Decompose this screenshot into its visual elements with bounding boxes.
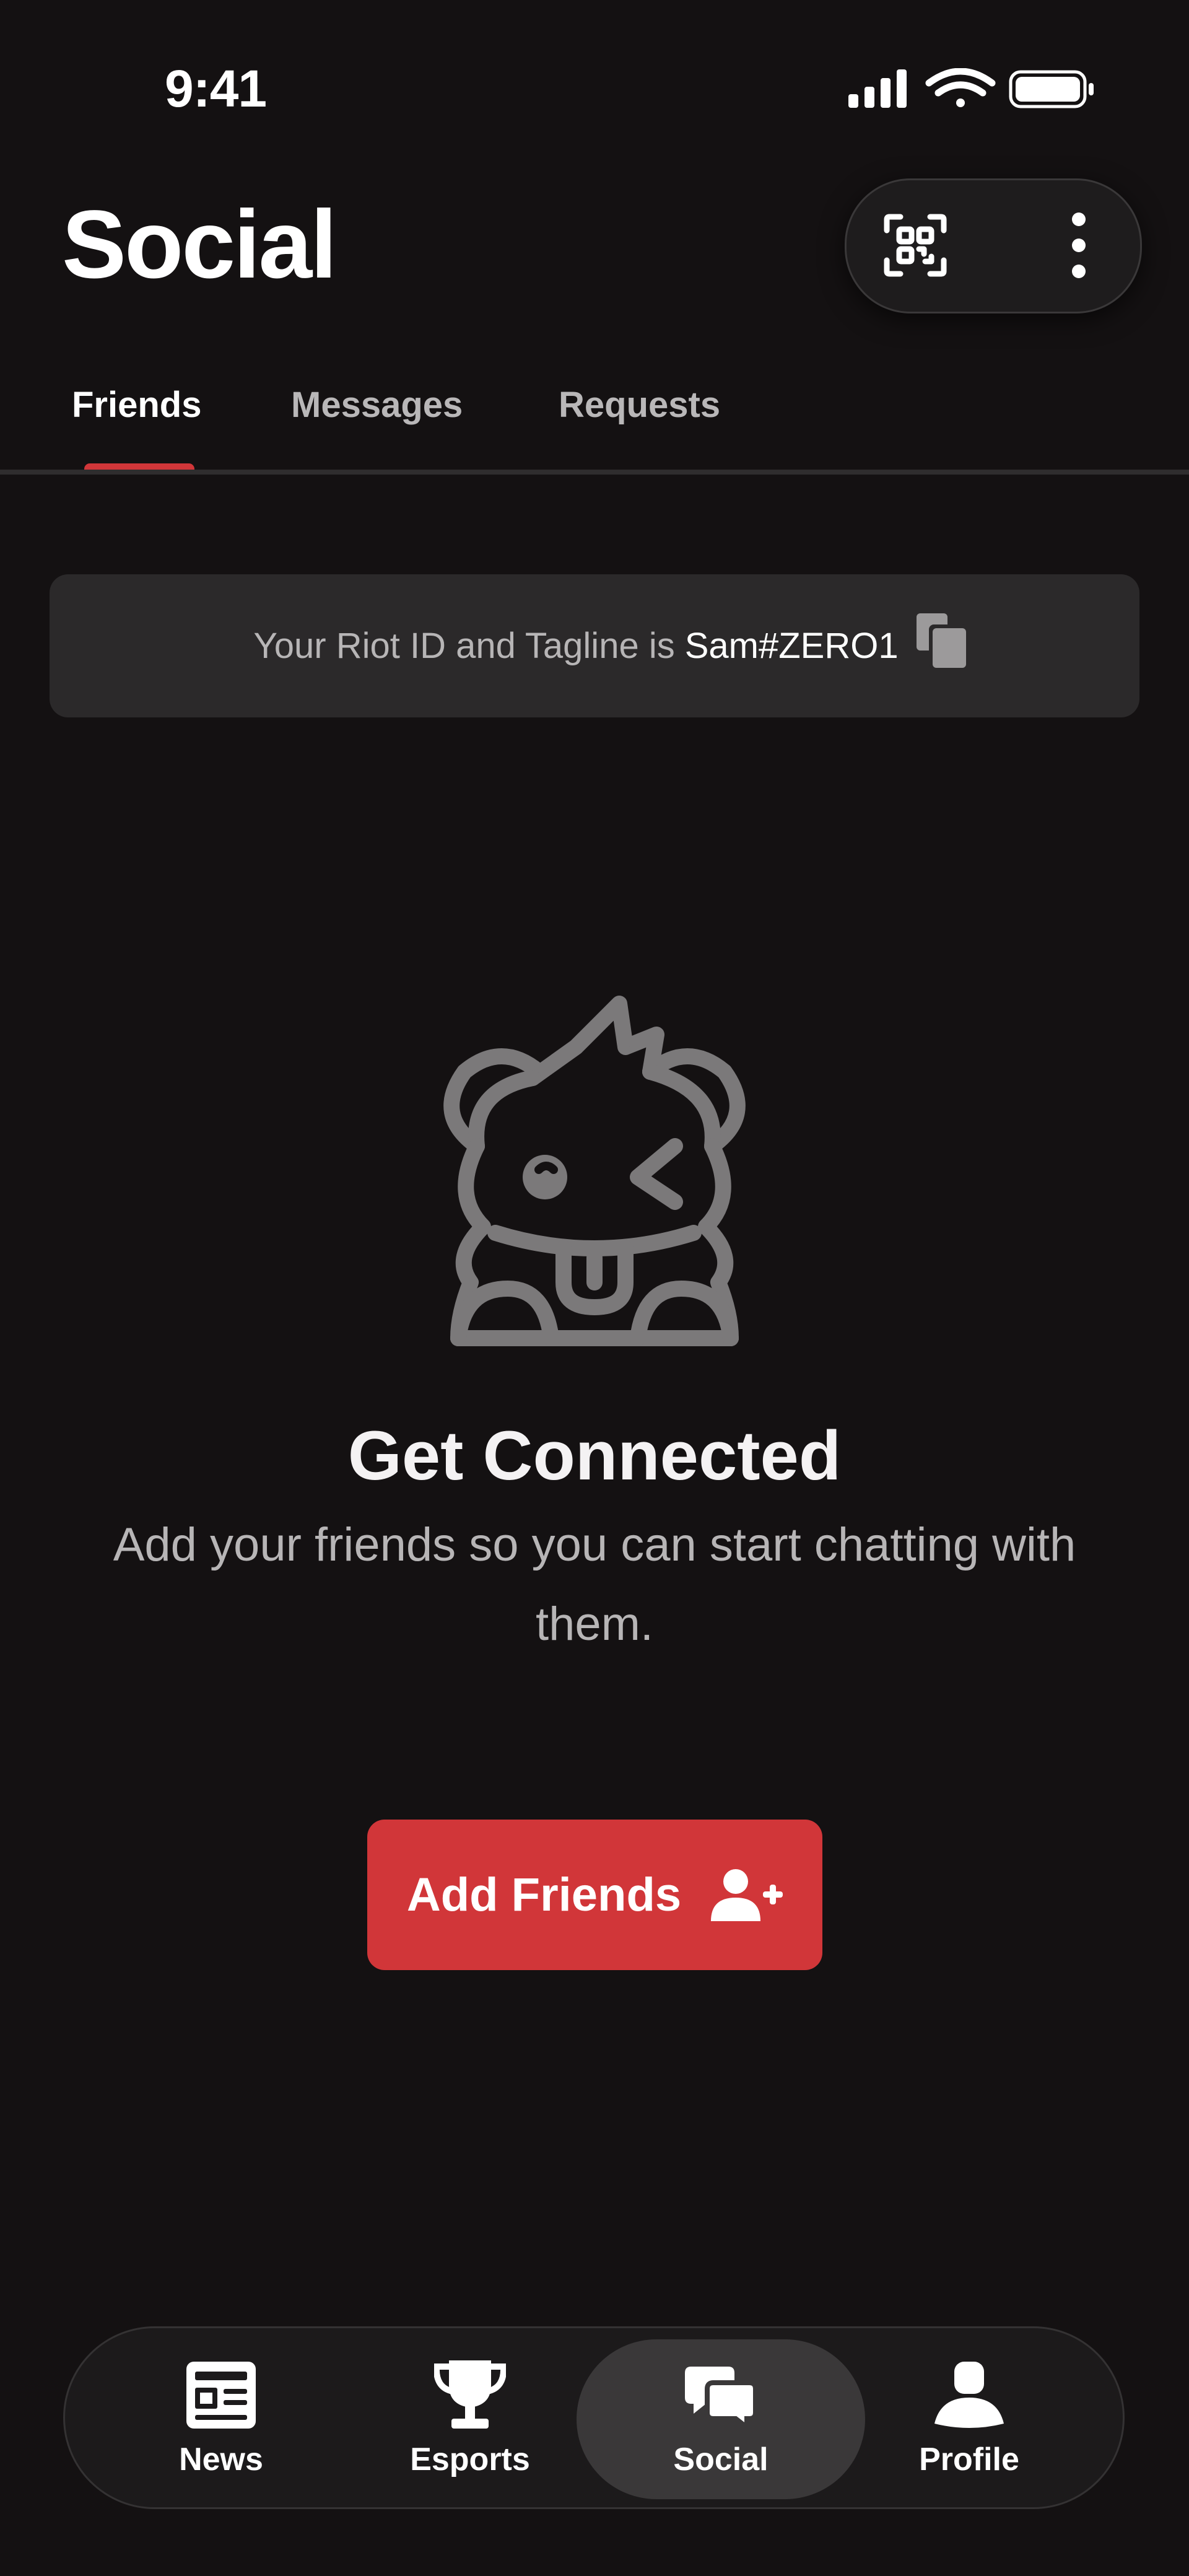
empty-state-body: Add your friends so you can start chatti… xyxy=(113,1518,1076,1650)
trophy-icon xyxy=(434,2360,506,2429)
nav-item-news[interactable]: News xyxy=(97,2328,345,2507)
riot-id-value: Sam#ZERO1 xyxy=(684,626,899,666)
nav-item-social[interactable]: Social xyxy=(577,2328,865,2507)
add-friends-button[interactable]: Add Friends xyxy=(367,1820,822,1970)
status-icons xyxy=(848,68,1096,115)
battery-icon xyxy=(1009,70,1094,108)
status-time: 9:41 xyxy=(165,59,267,118)
tab-divider xyxy=(0,470,1189,475)
page-title: Social xyxy=(62,191,338,299)
riot-id-prefix: Your Riot ID and Tagline is xyxy=(253,626,675,666)
nav-item-profile[interactable]: Profile xyxy=(845,2328,1093,2507)
profile-icon xyxy=(934,2361,1004,2428)
nav-label-news: News xyxy=(179,2441,263,2477)
nav-item-esports[interactable]: Esports xyxy=(346,2328,594,2507)
riot-id-banner: Your Riot ID and Tagline is Sam#ZERO1 xyxy=(50,574,1139,717)
tab-messages[interactable]: Messages xyxy=(291,384,463,426)
wifi-icon xyxy=(925,68,996,107)
copy-button[interactable] xyxy=(917,613,969,673)
more-vertical-icon xyxy=(1072,212,1086,278)
tab-friends[interactable]: Friends xyxy=(72,384,202,426)
add-user-icon xyxy=(711,1868,783,1921)
newspaper-icon xyxy=(186,2361,256,2429)
status-bar: 9:41 xyxy=(0,0,1189,161)
nav-label-profile: Profile xyxy=(919,2441,1019,2477)
tab-bar: Friends Messages Requests xyxy=(0,359,1189,475)
add-friends-label: Add Friends xyxy=(406,1868,682,1921)
qr-code-button[interactable] xyxy=(881,211,949,279)
chat-bubbles-icon xyxy=(685,2366,757,2427)
signal-icon xyxy=(848,69,907,108)
tab-requests[interactable]: Requests xyxy=(559,384,720,426)
bottom-navigation: News Esports Social Profile xyxy=(63,2326,1125,2509)
qr-code-icon xyxy=(884,214,947,277)
nav-label-esports: Esports xyxy=(410,2441,530,2477)
nav-label-social: Social xyxy=(673,2441,769,2477)
header-actions xyxy=(845,178,1142,313)
more-options-button[interactable] xyxy=(1045,211,1113,279)
copy-icon xyxy=(917,613,967,669)
poro-mascot-icon xyxy=(409,991,780,1366)
empty-state-title: Get Connected xyxy=(347,1417,842,1494)
